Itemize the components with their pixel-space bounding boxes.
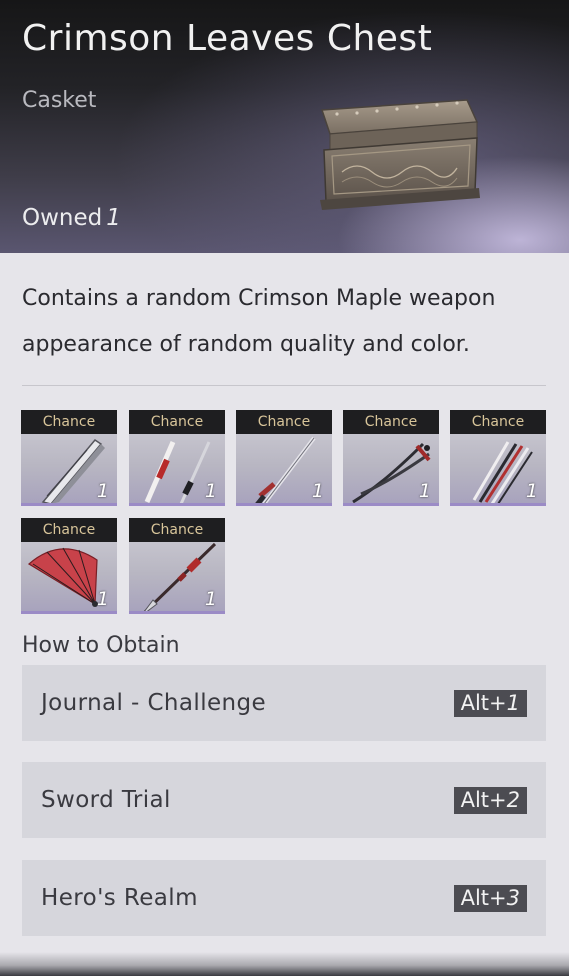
source-heros-realm[interactable]: Hero's Realm Alt+3 <box>22 860 546 936</box>
chance-tag: Chance <box>129 410 225 434</box>
shortcut-key: Alt+1 <box>453 690 527 717</box>
item-type: Casket <box>22 88 97 113</box>
owned-count: Owned 1 <box>22 205 121 231</box>
shortcut-key: Alt+2 <box>453 787 527 814</box>
source-label: Hero's Realm <box>41 885 198 911</box>
chance-tag: Chance <box>343 410 439 434</box>
item-header: Crimson Leaves Chest Casket Owned 1 <box>0 0 569 253</box>
item-title: Crimson Leaves Chest <box>22 18 433 59</box>
reward-item[interactable]: Chance 1 <box>236 410 332 506</box>
item-quantity: 1 <box>204 588 217 610</box>
reward-item[interactable]: Chance 1 <box>21 518 117 614</box>
item-quantity: 1 <box>96 588 109 610</box>
reward-item[interactable]: Chance 1 <box>450 410 546 506</box>
source-label: Sword Trial <box>41 787 171 813</box>
reward-item[interactable]: Chance 1 <box>343 410 439 506</box>
source-sword-trial[interactable]: Sword Trial Alt+2 <box>22 762 546 838</box>
item-quantity: 1 <box>204 480 217 502</box>
chance-tag: Chance <box>21 410 117 434</box>
chance-tag: Chance <box>450 410 546 434</box>
item-quantity: 1 <box>311 480 324 502</box>
chance-tag: Chance <box>129 518 225 542</box>
owned-number: 1 <box>106 205 121 231</box>
reward-item[interactable]: Chance 1 <box>21 410 117 506</box>
owned-label: Owned <box>22 205 103 231</box>
ink-brush-border <box>0 952 569 976</box>
item-quantity: 1 <box>418 480 431 502</box>
shortcut-key: Alt+3 <box>453 885 527 912</box>
item-description: Contains a random Crimson Maple weapon a… <box>22 286 496 357</box>
item-quantity: 1 <box>96 480 109 502</box>
divider <box>22 385 546 386</box>
reward-item[interactable]: Chance 1 <box>129 410 225 506</box>
source-journal-challenge[interactable]: Journal - Challenge Alt+1 <box>22 665 546 741</box>
chance-tag: Chance <box>236 410 332 434</box>
reward-item[interactable]: Chance 1 <box>129 518 225 614</box>
item-quantity: 1 <box>525 480 538 502</box>
how-to-obtain-heading: How to Obtain <box>22 633 180 658</box>
source-label: Journal - Challenge <box>41 690 267 716</box>
chance-tag: Chance <box>21 518 117 542</box>
chest-icon <box>320 99 480 210</box>
